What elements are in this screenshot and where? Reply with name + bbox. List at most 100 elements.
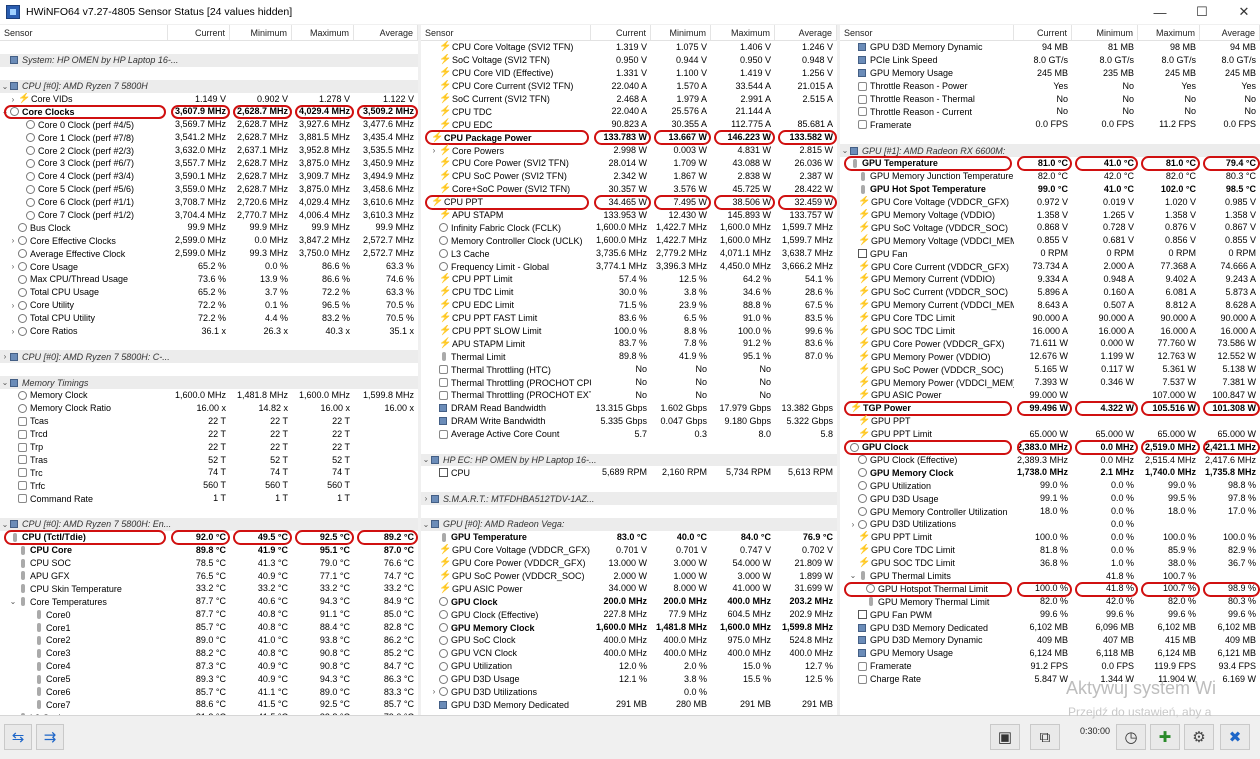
sensor-row[interactable]: GPU Clock (Effective) 2,389.3 MHz 0.0 MHz 2…	[840, 454, 1260, 467]
sensor-row[interactable]: CPU Core 89.8 °C 41.9 °C 95.1 °C 87.0 °C	[0, 544, 418, 557]
sensor-row[interactable]: Thermal Throttling (HTC) No No No	[421, 363, 837, 376]
column-header-minimum[interactable]: Minimum	[1072, 25, 1138, 40]
column-header-current[interactable]: Current	[168, 25, 230, 40]
sensor-row[interactable]: GPU Memory Controller Utilization 18.0 % 0…	[840, 505, 1260, 518]
sensor-row[interactable]: Tcas 22 T 22 T 22 T	[0, 415, 418, 428]
sensor-row[interactable]: Average Effective Clock 2,599.0 MHz 99.3 M…	[0, 247, 418, 260]
sensor-row[interactable]: GPU Fan PWM 99.6 % 99.6 % 99.6 % 99.6 %	[840, 608, 1260, 621]
network-monitor-icon[interactable]: ▣	[990, 724, 1020, 750]
sensor-row[interactable]: Trc 74 T 74 T 74 T	[0, 466, 418, 479]
chevron-down-icon[interactable]: ⌄	[0, 107, 10, 116]
chevron-right-icon[interactable]: ›	[8, 95, 18, 104]
sensor-row[interactable]: GPU Memory Usage 245 MB 235 MB 245 MB 245 MB	[840, 67, 1260, 80]
sensor-row[interactable]: Trcd 22 T 22 T 22 T	[0, 428, 418, 441]
sensor-row[interactable]: Throttle Reason - Current No No No No	[840, 105, 1260, 118]
column-header-current[interactable]: Current	[1014, 25, 1072, 40]
sensor-row[interactable]: ⚡ GPU PPT Limit 65.000 W 65.000 W 65.000 W 65…	[840, 428, 1260, 441]
sensor-row[interactable]: PCIe Link Speed 8.0 GT/s 8.0 GT/s 8.0 GT/s 8…	[840, 54, 1260, 67]
sensor-panel-3[interactable]: Sensor Current Minimum Maximum Average GPU D3…	[840, 25, 1260, 715]
sensor-row[interactable]: Core3 88.2 °C 40.8 °C 90.8 °C 85.2 °C	[0, 647, 418, 660]
sensor-group-header[interactable]: System: HP OMEN by HP Laptop 16-...	[0, 53, 418, 67]
sensor-row[interactable]: ⚡ GPU PPT	[840, 415, 1260, 428]
sensor-row[interactable]: ⚡ GPU Core Power (VDDCR_GFX) 71.611 W 0.000…	[840, 337, 1260, 350]
chevron-down-icon[interactable]: ⌄	[0, 520, 10, 529]
chevron-right-icon[interactable]: ›	[429, 146, 439, 155]
sensor-row[interactable]: ⚡ GPU Memory Power (VDDIO) 12.676 W 1.199 W…	[840, 350, 1260, 363]
chevron-right-icon[interactable]: ›	[8, 236, 18, 245]
sensor-row[interactable]: ⚡ CPU PPT Limit 57.4 % 12.5 % 64.2 % 54.1 %	[421, 273, 837, 286]
sensor-row[interactable]: ⌄ Core Clocks 3,607.9 MHz 2,628.7 MHz 4,029.…	[0, 105, 418, 118]
sensor-group-header[interactable]: ⌄ CPU [#0]: AMD Ryzen 7 5800H: En...	[0, 517, 418, 531]
sensor-row[interactable]: ⚡ SoC Voltage (SVI2 TFN) 0.950 V 0.944 V 0.9…	[421, 54, 837, 67]
sensor-row[interactable]: ⚡ GPU SoC Voltage (VDDCR_SOC) 0.868 V 0.728…	[840, 221, 1260, 234]
sensor-row[interactable]: › GPU D3D Utilizations 0.0 %	[840, 518, 1260, 531]
sensor-group-header[interactable]: ⌄ GPU [#0]: AMD Radeon Vega:	[421, 517, 837, 531]
sensor-row[interactable]: Tras 52 T 52 T 52 T	[0, 454, 418, 467]
column-header-current[interactable]: Current	[591, 25, 651, 40]
sensor-row[interactable]: ⚡ GPU PPT Limit 100.0 % 0.0 % 100.0 % 100.0 %	[840, 531, 1260, 544]
chevron-right-icon[interactable]: ›	[8, 301, 18, 310]
sensor-row[interactable]: Bus Clock 99.9 MHz 99.9 MHz 99.9 MHz 99.9 MH…	[0, 221, 418, 234]
sensor-row[interactable]: GPU Clock (Effective) 227.8 MHz 77.9 MHz 60…	[421, 608, 837, 621]
sensor-row[interactable]: GPU Memory Clock 1,738.0 MHz 2.1 MHz 1,740.…	[840, 466, 1260, 479]
sensor-row[interactable]: Core0 87.7 °C 40.8 °C 91.1 °C 85.0 °C	[0, 608, 418, 621]
sensor-row[interactable]: ⚡ GPU Memory Power (VDDCI_MEM) 7.393 W 0.34…	[840, 376, 1260, 389]
chevron-right-icon[interactable]: ›	[8, 327, 18, 336]
chevron-down-icon[interactable]: ⌄	[0, 378, 10, 387]
sensor-row[interactable]: DRAM Write Bandwidth 5.335 Gbps 0.047 Gbps…	[421, 415, 837, 428]
column-header-maximum[interactable]: Maximum	[292, 25, 354, 40]
minimize-button[interactable]: —	[1144, 0, 1176, 24]
sensor-row[interactable]: Max CPU/Thread Usage 73.6 % 13.9 % 86.6 % 74…	[0, 273, 418, 286]
sensor-row[interactable]: ⌄ GPU Thermal Limits 41.8 % 100.7 %	[840, 570, 1260, 583]
column-header-sensor[interactable]: Sensor	[840, 25, 1014, 40]
sensor-row[interactable]: GPU D3D Usage 12.1 % 3.8 % 15.5 % 12.5 %	[421, 673, 837, 686]
sensor-row[interactable]: Framerate 0.0 FPS 0.0 FPS 11.2 FPS 0.0 FPS	[840, 118, 1260, 131]
column-header-average[interactable]: Average	[1200, 25, 1260, 40]
sensor-row[interactable]: ⚡ GPU SOC TDC Limit 16.000 A 16.000 A 16.000…	[840, 325, 1260, 338]
sensor-row[interactable]: › Core Effective Clocks 2,599.0 MHz 0.0 MHz…	[0, 234, 418, 247]
column-header-average[interactable]: Average	[354, 25, 418, 40]
chevron-down-icon[interactable]: ⌄	[421, 455, 431, 464]
sensor-row[interactable]: Framerate 91.2 FPS 0.0 FPS 119.9 FPS 93.4 FP…	[840, 660, 1260, 673]
add-report-icon[interactable]: ✚	[1150, 724, 1180, 750]
sensor-row[interactable]: ⚡ CPU EDC Limit 71.5 % 23.9 % 88.8 % 67.5 %	[421, 299, 837, 312]
sensor-row[interactable]: ⚡ APU STAPM 133.953 W 12.430 W 145.893 W 133.…	[421, 209, 837, 222]
sensor-row[interactable]: Core4 87.3 °C 40.9 °C 90.8 °C 84.7 °C	[0, 660, 418, 673]
sensor-row[interactable]: Trp 22 T 22 T 22 T	[0, 441, 418, 454]
sensor-row[interactable]: ⚡ CPU PPT FAST Limit 83.6 % 6.5 % 91.0 % 83.5…	[421, 312, 837, 325]
sensor-row[interactable]: Throttle Reason - Power Yes No Yes Yes	[840, 80, 1260, 93]
sensor-row[interactable]: GPU Clock 2,383.0 MHz 0.0 MHz 2,519.0 MHz 2,…	[840, 441, 1260, 454]
sensor-row[interactable]: ⚡ GPU Core Voltage (VDDCR_GFX) 0.972 V 0.01…	[840, 196, 1260, 209]
sensor-group-header[interactable]: ⌄ Memory Timings	[0, 376, 418, 390]
sensor-row[interactable]: GPU Temperature 81.0 °C 41.0 °C 81.0 °C 79.4…	[840, 157, 1260, 170]
chevron-right-icon[interactable]: ›	[421, 494, 431, 503]
sensor-row[interactable]: Core 6 Clock (perf #1/1) 3,708.7 MHz 2,720…	[0, 196, 418, 209]
sensor-row[interactable]: ⚡ GPU Memory Voltage (VDDIO) 1.358 V 1.265 …	[840, 209, 1260, 222]
sensor-row[interactable]: ⚡ CPU Core Voltage (SVI2 TFN) 1.319 V 1.075…	[421, 41, 837, 54]
sensor-row[interactable]: Core7 88.6 °C 41.5 °C 92.5 °C 85.7 °C	[0, 698, 418, 711]
sensor-row[interactable]: CPU Skin Temperature 33.2 °C 33.2 °C 33.2 °…	[0, 582, 418, 595]
sensor-row[interactable]: ⚡ TGP Power 99.496 W 4.322 W 105.516 W 101.30…	[840, 402, 1260, 415]
sensor-row[interactable]: ⚡ GPU SoC Current (VDDCR_SOC) 5.896 A 0.160…	[840, 286, 1260, 299]
sensor-panel-1[interactable]: Sensor Current Minimum Maximum Average System…	[0, 25, 418, 715]
sensor-row[interactable]: ⚡ GPU ASIC Power 99.000 W 107.000 W 100.847 …	[840, 389, 1260, 402]
column-header-sensor[interactable]: Sensor	[0, 25, 168, 40]
chevron-down-icon[interactable]: ⌄	[848, 571, 858, 580]
sensor-row[interactable]: L3 Cache 3,735.6 MHz 2,779.2 MHz 4,071.1 MH…	[421, 247, 837, 260]
sensor-row[interactable]: › Core Utility 72.2 % 0.1 % 96.5 % 70.5 %	[0, 299, 418, 312]
sensor-row[interactable]: Infinity Fabric Clock (FCLK) 1,600.0 MHz 1…	[421, 221, 837, 234]
sensor-row[interactable]: ⚡ CPU SoC Power (SVI2 TFN) 2.342 W 1.867 W 2…	[421, 170, 837, 183]
sensor-row[interactable]: ⚡ GPU SOC TDC Limit 36.8 % 1.0 % 38.0 % 36.7 …	[840, 557, 1260, 570]
sensor-row[interactable]: GPU Memory Usage 6,124 MB 6,118 MB 6,124 MB…	[840, 647, 1260, 660]
sensor-row[interactable]: GPU Hot Spot Temperature 99.0 °C 41.0 °C 10…	[840, 183, 1260, 196]
sensor-row[interactable]: ⚡ GPU Core TDC Limit 90.000 A 90.000 A 90.00…	[840, 312, 1260, 325]
sensor-row[interactable]: Core 2 Clock (perf #2/3) 3,632.0 MHz 2,637…	[0, 144, 418, 157]
sensor-row[interactable]: ⚡ GPU Core Voltage (VDDCR_GFX) 0.701 V 0.70…	[421, 544, 837, 557]
sensor-row[interactable]: Core 0 Clock (perf #4/5) 3,569.7 MHz 2,628…	[0, 118, 418, 131]
sensor-row[interactable]: ⚡ GPU Core Power (VDDCR_GFX) 13.000 W 3.000…	[421, 557, 837, 570]
sensor-row[interactable]: Core 3 Clock (perf #6/7) 3,557.7 MHz 2,628…	[0, 157, 418, 170]
sensor-row[interactable]: GPU Utilization 99.0 % 0.0 % 99.0 % 98.8 %	[840, 479, 1260, 492]
sensor-row[interactable]: Memory Clock Ratio 16.00 x 14.82 x 16.00 x 1…	[0, 402, 418, 415]
sensor-row[interactable]: GPU VCN Clock 400.0 MHz 400.0 MHz 400.0 MHz…	[421, 647, 837, 660]
computers-icon[interactable]: ⧉	[1030, 724, 1060, 750]
